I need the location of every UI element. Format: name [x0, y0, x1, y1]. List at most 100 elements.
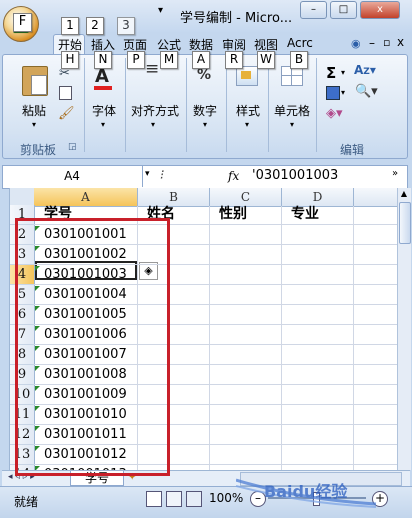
cells-dropdown-icon[interactable]: ▾ [290, 120, 294, 129]
page-layout-view-icon[interactable] [166, 491, 182, 507]
key-tip-page: P [127, 51, 145, 69]
error-indicator-icon [35, 246, 40, 251]
sheet-nav-icon[interactable]: ◂ ◃ ▹ ▸ [8, 472, 35, 482]
table-row [34, 205, 398, 225]
group-divider [84, 58, 85, 152]
qat-key-2: 2 [86, 17, 104, 35]
format-painter-icon[interactable]: 🖌 [58, 106, 75, 121]
cell-a4[interactable]: 0301001003 [44, 265, 127, 284]
fx-label-icon[interactable]: ⁝ [160, 166, 164, 186]
scroll-up-icon[interactable]: ▲ [399, 189, 409, 199]
normal-view-icon[interactable] [146, 491, 162, 507]
row-header[interactable]: 4 [10, 265, 35, 285]
row-header[interactable]: 9 [10, 365, 35, 385]
key-tip-insert: N [94, 51, 112, 69]
cell-a5[interactable]: 0301001004 [44, 285, 127, 304]
cell-styles-icon[interactable] [236, 66, 258, 86]
clipboard-launcher-icon[interactable]: ◲ [68, 142, 77, 152]
scroll-thumb[interactable] [399, 202, 411, 244]
vertical-scrollbar[interactable]: ▲ [397, 188, 411, 470]
row-header[interactable]: 7 [10, 325, 35, 345]
group-divider [186, 58, 187, 152]
restore-button[interactable]: □ [330, 1, 357, 19]
key-tip-home: H [61, 51, 79, 69]
cell-a6[interactable]: 0301001005 [44, 305, 127, 324]
close-button[interactable]: x [360, 1, 400, 19]
qat-dropdown-icon[interactable]: ▾ [158, 5, 163, 16]
formula-expand-icon[interactable]: » [392, 168, 398, 179]
key-tip-view: W [257, 51, 275, 69]
paste-dropdown-icon[interactable]: ▾ [32, 120, 36, 129]
name-box-dropdown-icon[interactable]: ▾ [145, 169, 150, 179]
clipboard-group-label: 剪贴板 [20, 143, 57, 157]
fill-dropdown-icon[interactable]: ▾ [341, 88, 345, 97]
style-group-button[interactable]: 样式 [236, 102, 260, 119]
sort-filter-icon[interactable]: AZ▾ [354, 63, 376, 77]
group-divider [316, 58, 317, 152]
font-dropdown-icon[interactable]: ▾ [101, 120, 105, 129]
autosum-dropdown-icon[interactable]: ▾ [341, 68, 345, 77]
worksheet-grid[interactable]: A B C D ◈ 1 学号 姓名 性别 专业 2 0301001001 3 030100100… [9, 188, 398, 470]
key-tip-formula: M [160, 51, 178, 69]
row-header[interactable]: 3 [10, 245, 35, 265]
qat-key-3: 3 [117, 17, 135, 35]
number-group-button[interactable]: 数字 [193, 102, 217, 119]
cell-c1[interactable]: 性别 [219, 205, 247, 224]
cells-group-button[interactable]: 单元格 [274, 102, 310, 119]
ribbon-close-icon[interactable]: x [397, 35, 404, 49]
ribbon-restore-icon[interactable]: ▫ [383, 36, 390, 49]
style-dropdown-icon[interactable]: ▾ [245, 120, 249, 129]
cell-a2[interactable]: 0301001001 [44, 225, 127, 244]
row-header[interactable]: 2 [10, 225, 35, 245]
cell-b1[interactable]: 姓名 [147, 205, 175, 224]
page-break-view-icon[interactable] [186, 491, 202, 507]
cell-d1[interactable]: 专业 [291, 205, 319, 224]
percent-icon[interactable]: % [197, 67, 211, 83]
copy-icon[interactable] [59, 86, 72, 100]
align-icon[interactable]: ≡ [145, 61, 159, 78]
row-header[interactable]: 13 [10, 445, 35, 465]
error-indicator-icon [35, 326, 40, 331]
row-header[interactable]: 5 [10, 285, 35, 305]
cell-a8[interactable]: 0301001007 [44, 345, 127, 364]
insert-function-button[interactable]: fx [228, 166, 239, 186]
row-header[interactable]: 11 [10, 405, 35, 425]
watermark-text: Baidu经验 [264, 482, 348, 501]
group-divider [125, 58, 126, 152]
cell-a13[interactable]: 0301001012 [44, 445, 127, 464]
cell-a9[interactable]: 0301001008 [44, 365, 127, 384]
cell-a11[interactable]: 0301001010 [44, 405, 127, 424]
fill-icon[interactable] [326, 86, 340, 100]
help-icon[interactable]: ◉ [351, 37, 361, 50]
name-box[interactable]: A4 [2, 165, 143, 187]
font-group-button[interactable]: 字体 [92, 102, 116, 119]
row-header[interactable]: 1 [10, 205, 35, 225]
paste-button[interactable]: 粘贴 [22, 102, 46, 119]
cell-a7[interactable]: 0301001006 [44, 325, 127, 344]
row-header[interactable]: 6 [10, 305, 35, 325]
cell-a12[interactable]: 0301001011 [44, 425, 127, 444]
key-tip-data: A [192, 51, 210, 69]
row-header[interactable]: 12 [10, 425, 35, 445]
ribbon-minimize-icon[interactable]: – [369, 36, 375, 50]
row-header[interactable]: 10 [10, 385, 35, 405]
sheet-tab-active[interactable]: 学号 [70, 471, 124, 486]
font-color-icon[interactable]: A [95, 66, 109, 87]
cell-a10[interactable]: 0301001009 [44, 385, 127, 404]
number-dropdown-icon[interactable]: ▾ [203, 120, 207, 129]
alignment-group-button[interactable]: 对齐方式 [131, 102, 179, 119]
cells-icon[interactable] [281, 66, 303, 86]
paste-icon[interactable] [22, 66, 48, 96]
alignment-dropdown-icon[interactable]: ▾ [151, 120, 155, 129]
row-header[interactable]: 8 [10, 345, 35, 365]
watermark: Baidu经验 [235, 474, 378, 508]
insert-sheet-icon[interactable]: ✦ [128, 472, 136, 483]
tab-acrobat[interactable]: Acrc [287, 36, 313, 50]
cell-a1[interactable]: 学号 [44, 205, 72, 224]
cell-a3[interactable]: 0301001002 [44, 245, 127, 264]
autosum-icon[interactable]: Σ [326, 64, 336, 82]
find-select-icon[interactable]: 🔍▾ [355, 84, 378, 99]
minimize-button[interactable]: – [300, 1, 327, 19]
clear-icon[interactable]: ◈▾ [326, 106, 343, 121]
formula-input[interactable]: '0301001003 [252, 166, 338, 186]
